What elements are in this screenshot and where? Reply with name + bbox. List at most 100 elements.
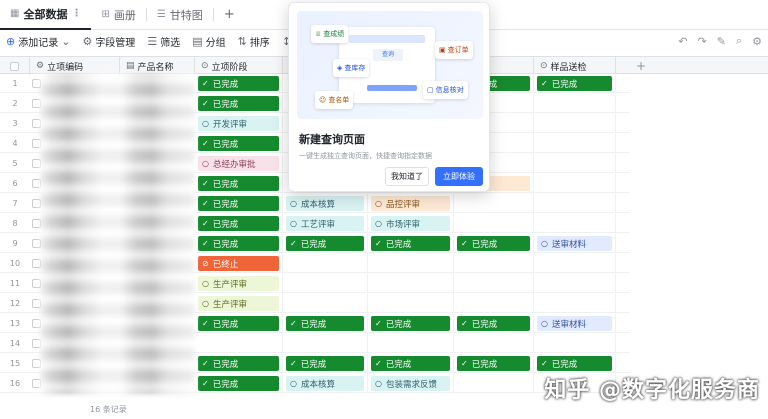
- cell-stage[interactable]: ✓ 已完成: [195, 214, 283, 233]
- cell-c5[interactable]: ✓ 已完成: [534, 74, 616, 93]
- tag-label: 已完成: [385, 359, 412, 370]
- cell-c3[interactable]: [368, 294, 454, 313]
- cell-c4[interactable]: [454, 194, 534, 213]
- cell-stage[interactable]: ✓ 已完成: [195, 314, 283, 333]
- cell-c4[interactable]: [454, 334, 534, 353]
- field-manage-label: 字段管理: [95, 37, 136, 49]
- cell-c5[interactable]: [534, 154, 616, 173]
- cell-c5[interactable]: [534, 274, 616, 293]
- cell-c2[interactable]: [283, 334, 368, 353]
- cell-c4[interactable]: ✓已完成: [454, 234, 534, 253]
- cell-stage[interactable]: ○ 生产评审: [195, 294, 283, 313]
- cell-c2[interactable]: ○ 成本核算: [283, 194, 368, 213]
- cell-stage[interactable]: ✓ 已完成: [195, 194, 283, 213]
- edit-form-icon[interactable]: ✎: [717, 35, 726, 48]
- cell-c5[interactable]: [534, 254, 616, 273]
- cell-c5[interactable]: [534, 114, 616, 133]
- cell-c4[interactable]: ✓已完成: [454, 354, 534, 373]
- status-tag-done: ✓已完成: [198, 136, 279, 151]
- cell-c5[interactable]: [534, 94, 616, 113]
- sort-button[interactable]: ⇅ 排序: [232, 30, 276, 52]
- dot-icon: ○: [202, 119, 209, 128]
- col-header-stage[interactable]: ⊙ 立项阶段: [195, 57, 283, 75]
- tag-label: 已完成: [551, 359, 578, 370]
- add-record-label: 添加记录: [18, 37, 59, 49]
- more-icon[interactable]: ⋮: [71, 8, 81, 19]
- cell-c5[interactable]: [534, 294, 616, 313]
- cell-c3[interactable]: [368, 274, 454, 293]
- cell-c3[interactable]: ○ 包装需求反馈: [368, 374, 454, 393]
- filter-button[interactable]: ☰ 筛选: [141, 30, 186, 52]
- cell-stage[interactable]: ✓ 已完成: [195, 94, 283, 113]
- add-view-button[interactable]: +: [214, 0, 245, 30]
- col-header-project-code[interactable]: ⚙ 立项编码: [30, 57, 120, 75]
- add-record-button[interactable]: ⊕ 添加记录 ⌄: [0, 30, 76, 52]
- tab-gantt[interactable]: ☰ 甘特图: [147, 0, 213, 30]
- check-icon: ✓: [202, 79, 209, 88]
- cell-c3[interactable]: [368, 334, 454, 353]
- cell-c4[interactable]: [454, 214, 534, 233]
- cell-stage[interactable]: ⊘ 已终止: [195, 254, 283, 273]
- cell-c2[interactable]: ✓ 已完成: [283, 354, 368, 373]
- cell-stage[interactable]: [195, 334, 283, 353]
- select-all-checkbox[interactable]: [0, 57, 30, 75]
- cell-stage[interactable]: ✓ 已完成: [195, 134, 283, 153]
- illustration-bar: [349, 35, 425, 43]
- checkbox[interactable]: [10, 61, 19, 71]
- cell-c5[interactable]: [534, 214, 616, 233]
- cell-c3[interactable]: ○ 品控评审: [368, 194, 454, 213]
- status-tag-done: ✓已完成: [537, 356, 612, 371]
- cell-c3[interactable]: ✓ 已完成: [368, 314, 454, 333]
- add-column-button[interactable]: +: [630, 57, 652, 75]
- tab-all-data[interactable]: ▦ 全部数据 ⋮: [0, 0, 92, 30]
- cell-c5[interactable]: [534, 334, 616, 353]
- cell-stage[interactable]: ○ 开发评审: [195, 114, 283, 133]
- cell-c5[interactable]: ○ 送审材料: [534, 314, 616, 333]
- search-icon[interactable]: ⌕: [736, 34, 742, 48]
- cell-c2[interactable]: [283, 294, 368, 313]
- cell-c2[interactable]: ✓ 已完成: [283, 234, 368, 253]
- cell-stage[interactable]: ✓ 已完成: [195, 174, 283, 193]
- group-button[interactable]: ▤ 分组: [186, 30, 231, 52]
- cell-c2[interactable]: ✓ 已完成: [283, 314, 368, 333]
- settings-icon[interactable]: ⚙: [752, 35, 762, 48]
- cell-c2[interactable]: [283, 274, 368, 293]
- cell-c3[interactable]: ✓ 已完成: [368, 234, 454, 253]
- cell-c4[interactable]: [454, 294, 534, 313]
- check-icon: ✓: [202, 219, 209, 228]
- status-tag: ○ 生产评审: [198, 276, 279, 291]
- cell-c4[interactable]: [454, 274, 534, 293]
- cell-c4[interactable]: [454, 254, 534, 273]
- cell-c5[interactable]: ○ 送审材料: [534, 234, 616, 253]
- cell-c4[interactable]: [454, 374, 534, 393]
- cell-c2[interactable]: [283, 254, 368, 273]
- tab-gallery[interactable]: ⊞ 画册: [91, 0, 145, 30]
- cell-stage[interactable]: ✓ 已完成: [195, 374, 283, 393]
- col-header-sample[interactable]: ⊙ 样品送检: [534, 57, 616, 75]
- cell-stage[interactable]: ✓ 已完成: [195, 234, 283, 253]
- cell-c5[interactable]: ✓ 已完成: [534, 354, 616, 373]
- try-now-button[interactable]: 立即体验: [435, 167, 483, 186]
- cell-c2[interactable]: ○ 工艺评审: [283, 214, 368, 233]
- cell-c3[interactable]: ✓ 已完成: [368, 354, 454, 373]
- cell-c2[interactable]: ○ 成本核算: [283, 374, 368, 393]
- check-icon: ✓: [290, 319, 297, 328]
- field-manage-button[interactable]: ⚙ 字段管理: [76, 30, 141, 52]
- cell-c5[interactable]: [534, 174, 616, 193]
- row-number: 5: [12, 159, 18, 168]
- cell-stage[interactable]: ✓ 已完成: [195, 74, 283, 93]
- cell-c5[interactable]: [534, 194, 616, 213]
- undo-icon[interactable]: ↶: [678, 35, 687, 48]
- cell-c4[interactable]: ✓已完成: [454, 314, 534, 333]
- order-icon: ▣: [439, 46, 446, 54]
- cell-c5[interactable]: [534, 134, 616, 153]
- col-header-product-name[interactable]: ▤ 产品名称: [120, 57, 195, 75]
- cell-stage[interactable]: ○ 总经办审批: [195, 154, 283, 173]
- tag-label: 已完成: [212, 239, 239, 250]
- redo-icon[interactable]: ↷: [698, 35, 707, 48]
- cell-c3[interactable]: [368, 254, 454, 273]
- dismiss-button[interactable]: 我知道了: [385, 167, 429, 186]
- cell-c3[interactable]: ○ 市场评审: [368, 214, 454, 233]
- cell-stage[interactable]: ✓ 已完成: [195, 354, 283, 373]
- cell-stage[interactable]: ○ 生产评审: [195, 274, 283, 293]
